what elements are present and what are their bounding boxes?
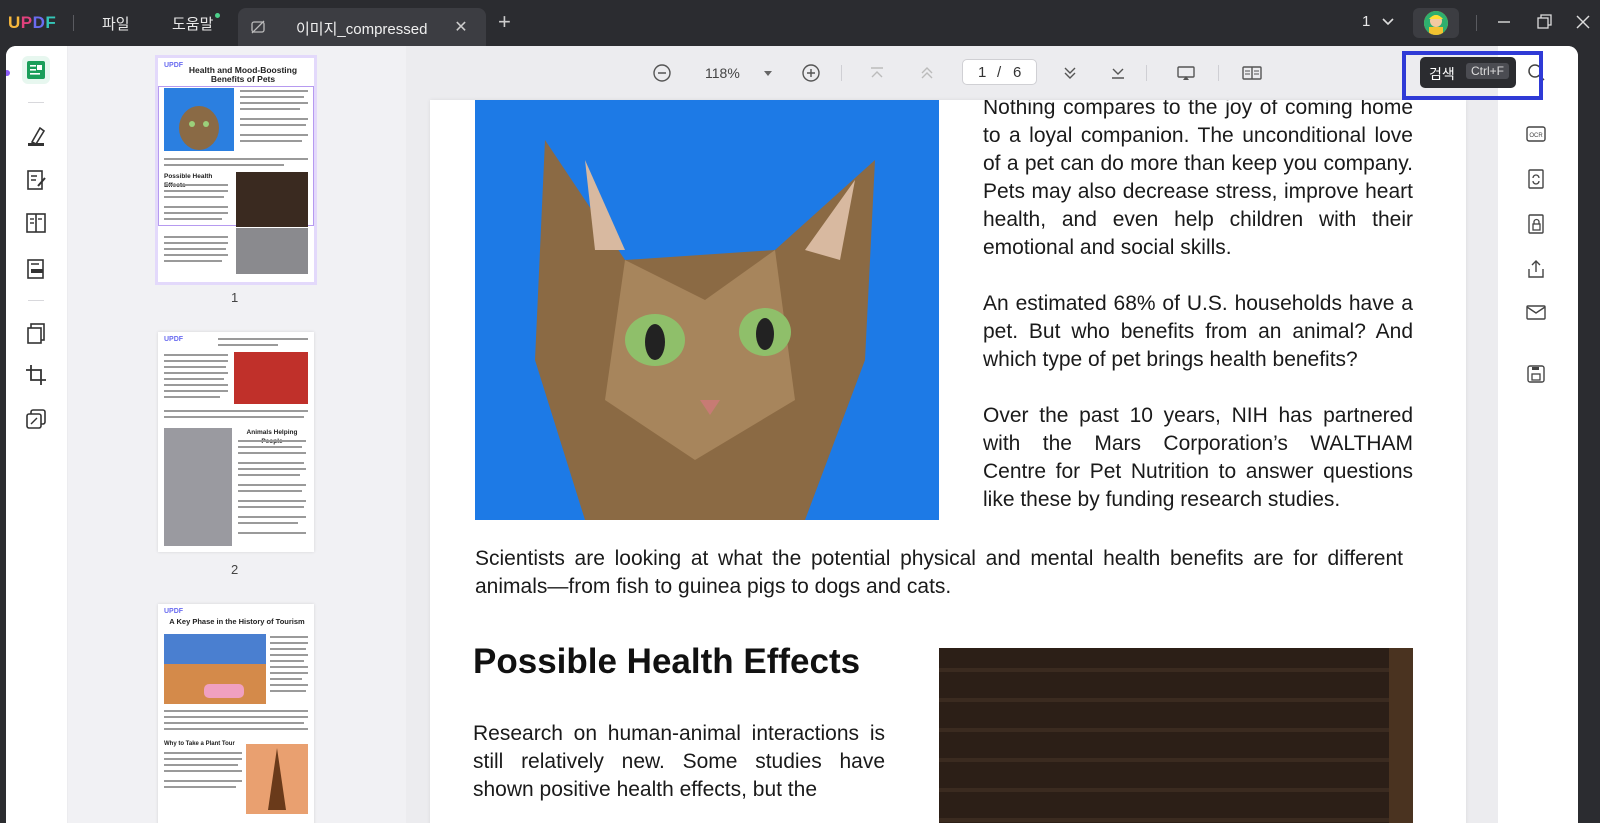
- updf-logo: UPDF: [8, 13, 57, 32]
- pdf-page: Nothing compares to the joy of coming ho…: [430, 100, 1466, 823]
- caret-down-icon[interactable]: [763, 68, 773, 78]
- paragraph-research: Research on human-animal interactions is…: [473, 722, 885, 801]
- total-pages: 6: [1013, 64, 1022, 81]
- mail-icon[interactable]: [1524, 300, 1548, 324]
- pages-tool-button[interactable]: [22, 319, 50, 347]
- indicator-dot: [6, 70, 10, 76]
- layers-icon: [26, 409, 46, 429]
- previous-page-icon[interactable]: [917, 63, 937, 83]
- thumb-title: A Key Phase in the History of Tourism: [169, 617, 305, 626]
- document-viewer: 118% 1 / 6 Nothing compares to the joy o…: [406, 46, 1498, 823]
- dog-image: [939, 648, 1413, 823]
- notification-dot: [215, 13, 220, 18]
- thumb-toy-image: [234, 352, 308, 404]
- page-number-input[interactable]: 1 / 6: [962, 59, 1037, 85]
- page-thumbnail[interactable]: UPDF A Key Phase in the History of Touri…: [158, 604, 314, 823]
- no-edit-icon: [251, 20, 265, 34]
- thumb-cat-image: [164, 428, 232, 546]
- paragraph-households: An estimated 68% of U.S. households have…: [983, 292, 1413, 371]
- protect-icon[interactable]: [1524, 212, 1548, 236]
- edit-pdf-icon: [27, 170, 46, 190]
- slideshow-icon[interactable]: [1176, 63, 1196, 83]
- cat-image: [475, 100, 939, 520]
- next-page-icon[interactable]: [1060, 63, 1080, 83]
- thumb-eiffel-image: [246, 744, 308, 814]
- current-page: 1: [978, 64, 987, 81]
- divider: [841, 65, 842, 81]
- divider: [28, 102, 44, 103]
- crop-tool-button[interactable]: [22, 361, 50, 389]
- divider: [1218, 65, 1219, 81]
- page-thumbnail[interactable]: UPDF Animals Helping People: [158, 332, 314, 552]
- section-heading: Possible Health Effects: [473, 642, 861, 681]
- menu-help[interactable]: 도움말: [172, 13, 213, 34]
- divider: [28, 300, 44, 301]
- reader-icon: [27, 61, 45, 79]
- zoom-out-icon[interactable]: [652, 63, 672, 83]
- paragraph-scientists: Scientists are looking at what the poten…: [475, 547, 1403, 598]
- thumb-section: Possible Health Effects: [164, 173, 213, 189]
- close-tab-icon[interactable]: ✕: [452, 17, 470, 36]
- divider: [73, 15, 74, 31]
- pages-icon: [27, 323, 45, 344]
- save-icon[interactable]: [1524, 362, 1548, 386]
- divider: [1146, 65, 1147, 81]
- protect-tool-button[interactable]: [22, 405, 50, 433]
- zoom-level[interactable]: 118%: [705, 65, 740, 81]
- thumb-section: Animals Helping People: [246, 429, 298, 445]
- page-layout-icon[interactable]: [1242, 63, 1262, 83]
- menu-file[interactable]: 파일: [102, 13, 130, 34]
- zoom-in-icon[interactable]: [801, 63, 821, 83]
- viewer-toolbar: 118% 1 / 6: [406, 46, 1498, 98]
- thumbnail-panel: UPDF Health and Mood-Boosting Benefits o…: [68, 46, 406, 823]
- columns-icon: [26, 213, 46, 233]
- crop-icon: [26, 365, 46, 385]
- app-body: UPDF Health and Mood-Boosting Benefits o…: [6, 46, 1578, 823]
- thumb-section: Why to Take a Plant Tour: [164, 741, 235, 747]
- left-tool-rail: [6, 46, 68, 823]
- avatar[interactable]: [1413, 8, 1459, 38]
- right-tool-rail: OCR: [1498, 46, 1578, 823]
- thumb-title: Health and Mood-Boosting Benefits of Pet…: [188, 65, 298, 84]
- organize-tool-button[interactable]: [22, 209, 50, 237]
- thumb-page-number: 1: [231, 290, 239, 305]
- thumb-pets-image: [236, 228, 308, 274]
- form-icon: [27, 259, 44, 279]
- reader-mode-button[interactable]: [22, 56, 50, 84]
- paragraph-nih: Over the past 10 years, NIH has partnere…: [983, 404, 1413, 511]
- page-separator: /: [997, 64, 1002, 81]
- new-tab-icon[interactable]: +: [498, 11, 511, 33]
- tab-title: 이미지_compressed: [296, 21, 428, 38]
- comment-tool-button[interactable]: [22, 122, 50, 150]
- share-icon[interactable]: [1524, 257, 1548, 281]
- edit-tool-button[interactable]: [22, 166, 50, 194]
- document-tab[interactable]: 이미지_compressed ✕: [238, 8, 486, 46]
- thumb-dog-image: [236, 172, 308, 227]
- highlighter-icon: [28, 126, 46, 146]
- close-window-icon[interactable]: [1573, 12, 1593, 32]
- form-tool-button[interactable]: [22, 255, 50, 283]
- window-count: 1: [1362, 13, 1371, 30]
- title-bar: UPDF 파일 도움말 이미지_compressed ✕ + 1: [0, 0, 1600, 46]
- thumb-page-number: 2: [231, 562, 239, 577]
- chevron-down-icon[interactable]: [1380, 14, 1396, 30]
- minimize-icon[interactable]: [1494, 12, 1514, 32]
- avatar-image: [1424, 11, 1448, 35]
- first-page-icon[interactable]: [867, 63, 887, 83]
- convert-icon[interactable]: [1524, 167, 1548, 191]
- last-page-icon[interactable]: [1108, 63, 1128, 83]
- restore-icon[interactable]: [1534, 12, 1554, 32]
- thumb-street-image: [164, 634, 266, 704]
- divider: [1476, 15, 1477, 31]
- ocr-icon[interactable]: OCR: [1524, 122, 1548, 146]
- svg-text:OCR: OCR: [1529, 133, 1543, 139]
- page-thumbnail[interactable]: UPDF Health and Mood-Boosting Benefits o…: [155, 55, 317, 285]
- paragraph-intro: Nothing compares to the joy of coming ho…: [983, 100, 1413, 259]
- search-highlight-frame: [1402, 51, 1543, 100]
